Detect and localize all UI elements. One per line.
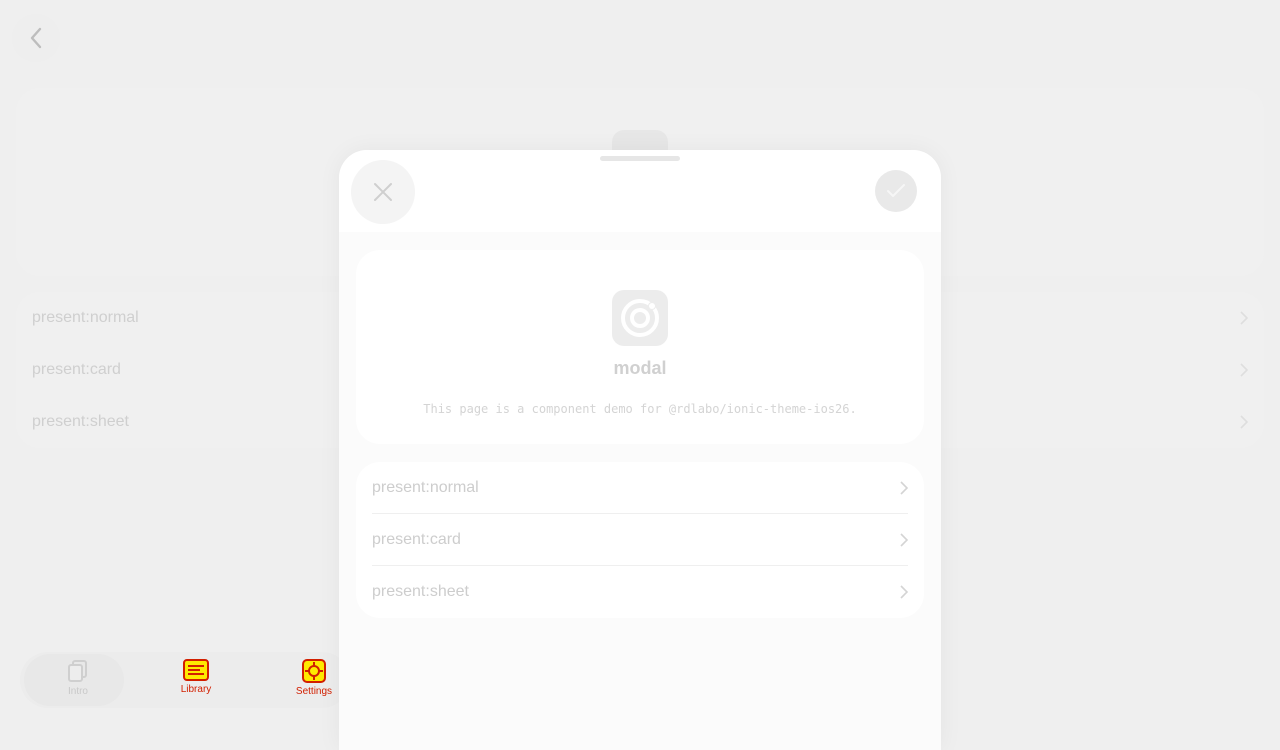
chevron-right-icon [1240, 363, 1248, 377]
list-item-present-card[interactable]: present:card [372, 514, 908, 566]
background-item-label: present:normal [32, 309, 139, 326]
list-item-label: present:sheet [372, 583, 469, 600]
settings-icon [302, 659, 326, 683]
chevron-right-icon [1240, 311, 1248, 325]
app-icon [612, 290, 668, 346]
checkmark-icon [887, 184, 905, 197]
background-item-label: present:card [32, 361, 121, 378]
documents-icon [68, 660, 87, 682]
sheet-drag-handle[interactable] [600, 156, 680, 161]
tab-label: Intro [67, 686, 88, 697]
chevron-left-icon [30, 27, 42, 49]
tab-library[interactable]: Library [160, 658, 232, 704]
present-options-list: present:normal present:card present:shee… [356, 462, 924, 618]
ionic-logo-icon [621, 299, 659, 337]
confirm-button[interactable] [875, 170, 917, 212]
chevron-right-icon [900, 532, 908, 547]
list-item-label: present:card [372, 530, 461, 548]
modal-header [339, 150, 941, 232]
tab-label: Settings [295, 686, 333, 697]
chevron-right-icon [1240, 415, 1248, 429]
page-title: modal [613, 358, 667, 378]
chevron-right-icon [900, 585, 908, 599]
chevron-right-icon [900, 480, 908, 495]
list-item-present-normal[interactable]: present:normal [372, 462, 908, 514]
close-icon [374, 183, 392, 201]
library-icon [183, 659, 209, 681]
intro-card: modal This page is a component demo for … [356, 250, 924, 444]
list-item-label: present:normal [372, 478, 479, 496]
modal-sheet: modal This page is a component demo for … [339, 150, 941, 750]
back-button[interactable] [12, 14, 60, 62]
tab-intro[interactable]: Intro [42, 658, 114, 704]
page-description: This page is a component demo for @rdlab… [423, 402, 857, 416]
close-button[interactable] [351, 160, 415, 224]
tab-label: Library [180, 684, 212, 695]
background-item-label: present:sheet [32, 413, 129, 430]
list-item-present-sheet[interactable]: present:sheet [372, 566, 908, 618]
